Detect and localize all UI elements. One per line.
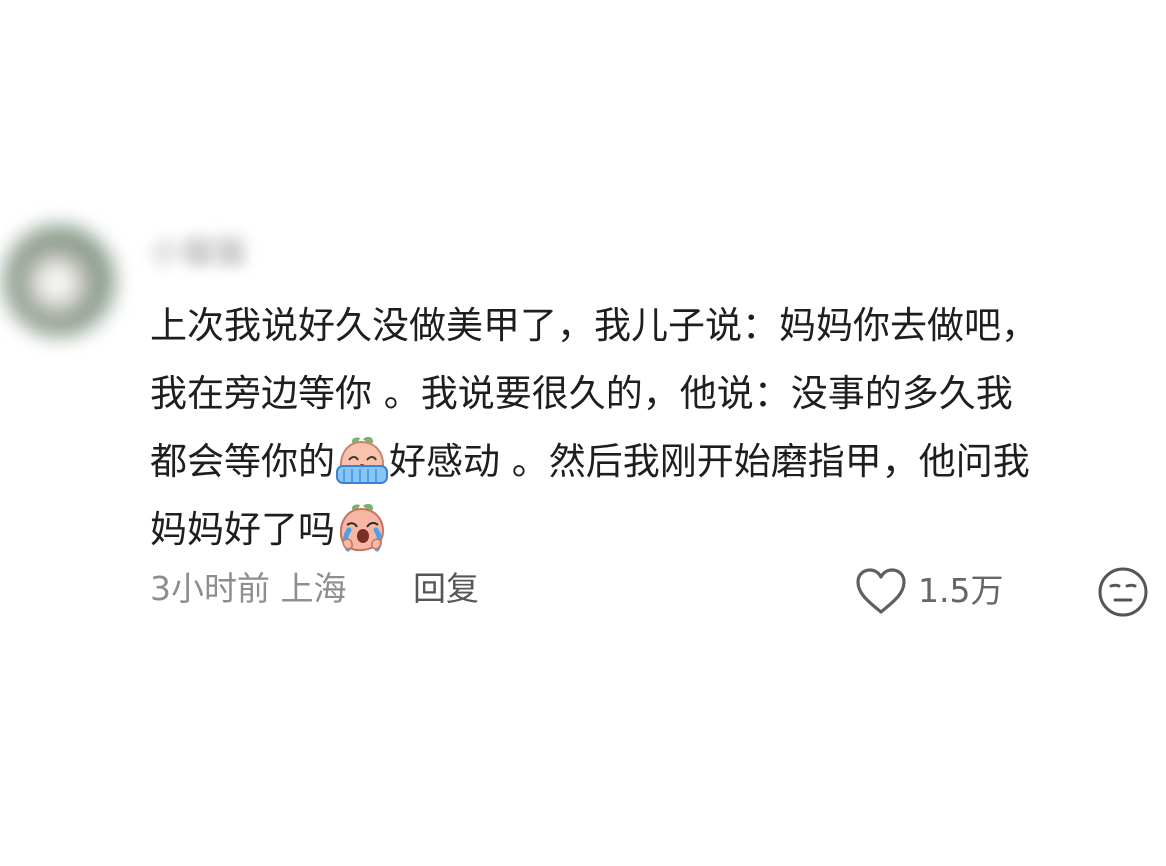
comment-line-3: 都会等你的 好感动 。然后我刚开始磨指甲，他问我 [150, 428, 1140, 496]
heart-outline-icon[interactable] [854, 567, 908, 615]
neutral-face-icon[interactable] [1096, 565, 1150, 619]
crying-peach-emoji [336, 435, 388, 485]
like-button[interactable]: 1.5万 [854, 565, 1003, 617]
comment-line-1: 上次我说好久没做美甲了，我儿子说：妈妈你去做吧， [150, 292, 1140, 360]
comment-time-location: 3小时前 上海 [150, 569, 347, 608]
comment-line-2: 我在旁边等你 。我说要很久的，他说：没事的多久我 [150, 360, 1140, 428]
comment-text-segment: 都会等你的 [150, 440, 335, 483]
comment-text-segment: 上次我说好久没做美甲了，我儿子说：妈妈你去做吧， [150, 304, 1038, 347]
comment-screen: 小猫猫 上次我说好久没做美甲了，我儿子说：妈妈你去做吧， 我在旁边等你 。我说要… [0, 0, 1166, 866]
comment-line-4: 妈妈好了吗 [150, 496, 1140, 564]
avatar[interactable] [4, 226, 114, 336]
comment-text-segment: 我在旁边等你 。我说要很久的，他说：没事的多久我 [150, 372, 1013, 415]
comment-author-name[interactable]: 小猫猫 [150, 232, 246, 272]
comment-text: 上次我说好久没做美甲了，我儿子说：妈妈你去做吧， 我在旁边等你 。我说要很久的，… [150, 292, 1140, 564]
sobbing-peach-emoji [336, 503, 388, 553]
comment-text-segment: 好感动 。然后我刚开始磨指甲，他问我 [389, 440, 1030, 483]
comment-text-segment: 妈妈好了吗 [150, 508, 335, 551]
reply-button[interactable]: 回复 [413, 565, 479, 613]
like-count: 1.5万 [918, 571, 1004, 610]
